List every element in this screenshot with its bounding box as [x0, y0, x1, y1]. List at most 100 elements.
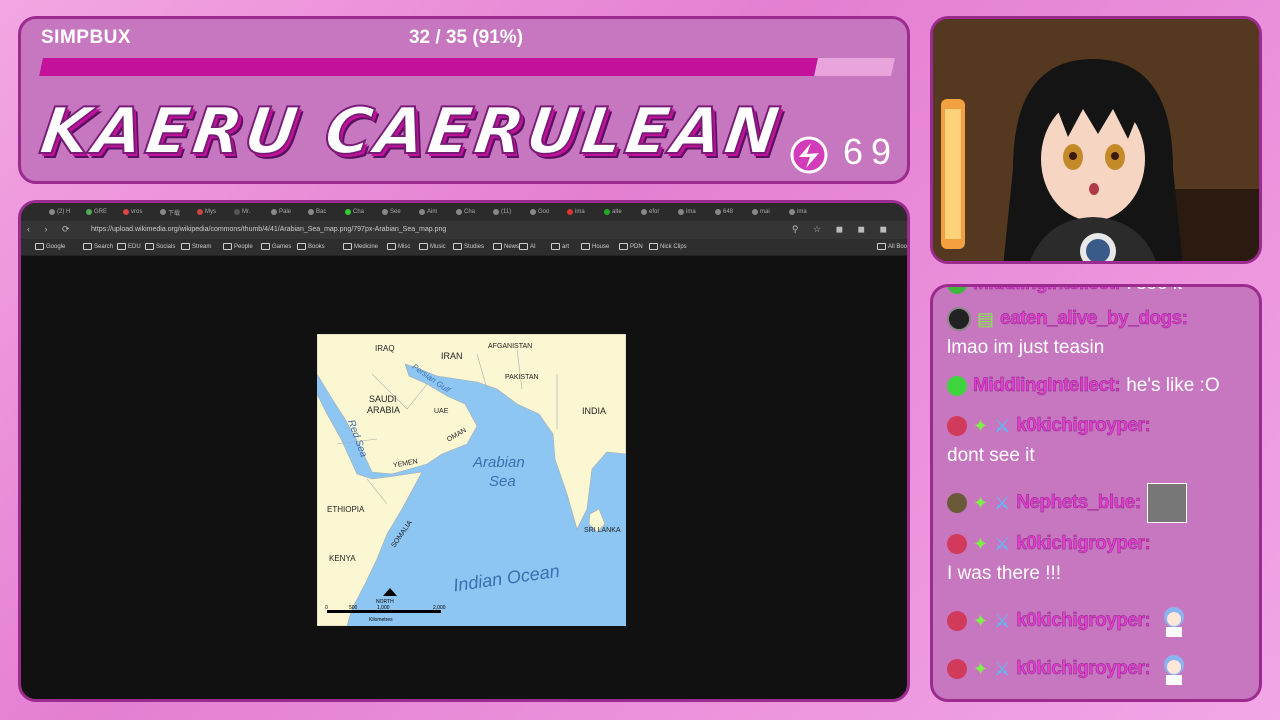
bookmark-item[interactable]: Medicine	[343, 243, 378, 250]
bookmark-label: Nick Clips	[660, 243, 687, 250]
browser-tab[interactable]: Mr.	[234, 206, 250, 218]
browser-tab[interactable]: efor	[641, 206, 659, 218]
bookmark-item[interactable]: Nick Clips	[649, 243, 687, 250]
label-india: INDIA	[582, 406, 606, 416]
sword-icon: ⚔	[994, 492, 1011, 513]
browser-tab[interactable]: Cha	[456, 206, 475, 218]
chat-message: ✦ ⚔ k0kichigroyper:	[947, 415, 1151, 437]
label-saudi: SAUDI	[369, 394, 397, 404]
label-iraq: IRAQ	[375, 344, 395, 353]
bookmark-item[interactable]: AI	[519, 243, 536, 250]
browser-tab[interactable]: 下载	[160, 206, 180, 218]
tab-favicon-icon	[530, 209, 536, 215]
tab-favicon-icon	[86, 209, 92, 215]
bookmark-item[interactable]: All Boo	[877, 243, 907, 250]
browser-tab[interactable]: Goo	[530, 206, 549, 218]
label-iran: IRAN	[441, 351, 463, 361]
bookmark-item[interactable]: News	[493, 243, 519, 250]
browser-tab[interactable]: (11)	[493, 206, 511, 218]
folder-icon	[145, 243, 154, 250]
bookmark-item[interactable]: People	[223, 243, 253, 250]
browser-tab[interactable]: vros	[123, 206, 142, 218]
chat-username[interactable]: k0kichigroyper:	[1016, 533, 1151, 555]
sword-icon: ⚔	[994, 658, 1011, 679]
progress-bar-fill	[39, 58, 819, 76]
url-field[interactable]: https://upload.wikimedia.org/wikipedia/c…	[91, 226, 446, 233]
streamer-name-title: KAERU CAERULEAN	[35, 94, 788, 170]
bookmark-item[interactable]: EDU	[117, 243, 141, 250]
header-panel: SIMPBUX 32 / 35 (91%) KAERU CAERULEAN 69	[18, 16, 910, 184]
browser-tab[interactable]: Aim	[419, 206, 437, 218]
tab-label: (11)	[501, 209, 512, 215]
label-km: Kilometres	[369, 617, 393, 623]
bookmark-label: Google	[46, 243, 66, 250]
badge-icon	[947, 307, 971, 331]
tab-label: Bac	[316, 209, 327, 215]
sparkle-icon: ✦	[973, 610, 989, 631]
svg-text:2,000: 2,000	[433, 605, 446, 611]
tab-favicon-icon	[789, 209, 795, 215]
tab-label: Aim	[427, 209, 438, 215]
folder-icon	[181, 243, 190, 250]
bookmark-label: AI	[530, 243, 536, 250]
tab-favicon-icon	[715, 209, 721, 215]
chat-username[interactable]: MiddlingIntellect:	[973, 287, 1121, 295]
browser-tab[interactable]: ima	[567, 206, 585, 218]
svg-text:0: 0	[325, 605, 328, 611]
bookmark-item[interactable]: Books	[297, 243, 325, 250]
chat-username[interactable]: Nephets_blue:	[1016, 492, 1141, 514]
bookmark-item[interactable]: Misc	[387, 243, 410, 250]
bookmark-item[interactable]: Stream	[181, 243, 211, 250]
bookmark-label: Socials	[156, 243, 176, 250]
chat-panel: MiddlingIntellect: I see it ▤ eaten_aliv…	[930, 284, 1262, 702]
chat-username[interactable]: k0kichigroyper:	[1016, 415, 1151, 437]
tab-label: ima	[575, 209, 585, 215]
browser-tab[interactable]: Mys	[197, 206, 216, 218]
folder-icon	[619, 243, 628, 250]
folder-icon	[419, 243, 428, 250]
tab-favicon-icon	[160, 209, 166, 215]
tab-label: Cha	[353, 209, 365, 215]
tab-favicon-icon	[123, 209, 129, 215]
bookmark-item[interactable]: Studies	[453, 243, 484, 250]
chat-username[interactable]: eaten_alive_by_dogs:	[1000, 308, 1188, 330]
folder-icon	[877, 243, 886, 250]
folder-icon	[649, 243, 658, 250]
tab-favicon-icon	[493, 209, 499, 215]
bookmark-label: Studies	[464, 243, 485, 250]
browser-tab[interactable]: alte	[604, 206, 622, 218]
toolbar-icons[interactable]: ⚲ ☆ ◼ ◼ ◼	[792, 224, 893, 235]
bookmark-item[interactable]: House	[581, 243, 609, 250]
chat-username[interactable]: k0kichigroyper:	[1016, 610, 1151, 632]
bookmark-item[interactable]: Socials	[145, 243, 175, 250]
address-bar: ‹ › ⟳ https://upload.wikimedia.org/wikip…	[21, 221, 907, 239]
browser-tab[interactable]: ima	[678, 206, 696, 218]
chat-username[interactable]: MiddlingIntellect:	[973, 375, 1121, 397]
bookmark-item[interactable]: Music	[419, 243, 446, 250]
chat-text: I see it	[1126, 287, 1182, 295]
bookmark-item[interactable]: art	[551, 243, 569, 250]
gift-icon: ▤	[977, 308, 995, 329]
browser-tab[interactable]: GRE	[86, 206, 107, 218]
sword-icon: ⚔	[994, 533, 1011, 554]
nav-buttons[interactable]: ‹ › ⟳	[27, 224, 76, 235]
tab-favicon-icon	[752, 209, 758, 215]
tab-favicon-icon	[345, 209, 351, 215]
browser-tab[interactable]: (2) H	[49, 206, 70, 218]
browser-tab[interactable]: Cha	[345, 206, 364, 218]
browser-tab[interactable]: 648	[715, 206, 733, 218]
browser-tab[interactable]: Pale	[271, 206, 291, 218]
chat-message: ▤ eaten_alive_by_dogs:	[947, 307, 1188, 331]
browser-tab[interactable]: mai	[752, 206, 770, 218]
label-arabian: Arabian	[472, 454, 525, 471]
chat-username[interactable]: k0kichigroyper:	[1016, 658, 1151, 680]
browser-tab[interactable]: Bac	[308, 206, 326, 218]
chat-message: MiddlingIntellect: I see it	[947, 287, 1182, 295]
bookmarks-bar: Google Search EDU Socials Stream People Games B…	[21, 239, 907, 256]
browser-tab[interactable]: ima	[789, 206, 807, 218]
browser-tab[interactable]: See	[382, 206, 401, 218]
bookmark-item[interactable]: Google	[35, 243, 65, 250]
bookmark-item[interactable]: Search	[83, 243, 113, 250]
bookmark-item[interactable]: Games	[261, 243, 291, 250]
bookmark-item[interactable]: PDN	[619, 243, 643, 250]
